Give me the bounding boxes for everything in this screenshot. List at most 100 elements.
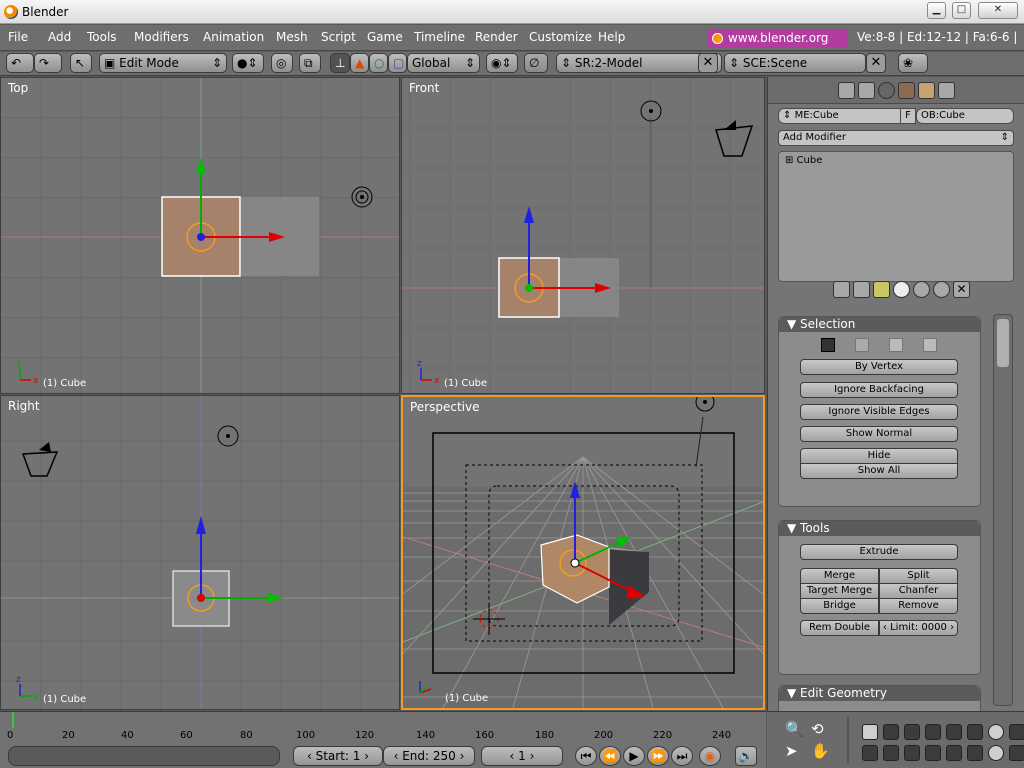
timeline[interactable]: 0 20 40 60 80 100 120 140 160 180 200 22…: [0, 711, 766, 768]
manipulator-icon[interactable]: ⊥: [330, 53, 350, 73]
menu-animation[interactable]: Animation: [203, 30, 264, 44]
settings-icon[interactable]: [967, 745, 983, 761]
pan-icon[interactable]: ➤: [785, 742, 798, 760]
rewind-icon[interactable]: ⏪: [599, 746, 621, 766]
outliner-icon[interactable]: [904, 724, 920, 740]
panel-scrollbar-thumb[interactable]: [997, 319, 1009, 367]
modifier-item[interactable]: ⊞ Cube: [785, 155, 822, 166]
chevron-down-icon[interactable]: [933, 281, 950, 298]
bridge-button[interactable]: Bridge: [800, 598, 879, 614]
jump-end-icon[interactable]: ⏭: [671, 746, 693, 766]
camera-icon[interactable]: [715, 120, 754, 157]
ignore-backfacing-button[interactable]: Ignore Backfacing: [800, 382, 958, 398]
maximize-button[interactable]: □: [952, 2, 971, 19]
menu-modifiers[interactable]: Modifiers: [134, 30, 189, 44]
close-icon[interactable]: ✕: [953, 281, 970, 298]
time-icon[interactable]: [988, 745, 1004, 761]
menu-game[interactable]: Game: [367, 30, 403, 44]
screen-delete-button[interactable]: ✕: [698, 53, 718, 73]
hand-icon[interactable]: ✋: [811, 742, 830, 760]
split-button[interactable]: Split: [879, 568, 958, 584]
file-icon[interactable]: [862, 745, 878, 761]
camera-icon[interactable]: [21, 442, 59, 477]
info-icon[interactable]: [988, 724, 1004, 740]
show-all-button[interactable]: Show All: [800, 463, 958, 479]
nla-icon[interactable]: [946, 745, 962, 761]
limit-field[interactable]: ‹ Limit: 0000 ›: [879, 620, 958, 636]
fast-forward-icon[interactable]: ⏩: [647, 746, 669, 766]
mode-select[interactable]: ▣ Edit Mode ⇕: [99, 53, 227, 73]
panel-scrollbar[interactable]: [993, 314, 1013, 706]
add-modifier-menu[interactable]: Add Modifier ⇕: [778, 130, 1014, 146]
chevron-up-icon[interactable]: [913, 281, 930, 298]
current-frame-field[interactable]: ‹ 1 ›: [481, 746, 563, 766]
undo-icon[interactable]: ↶: [6, 53, 34, 73]
camera-icon[interactable]: [833, 281, 850, 298]
cube-icon[interactable]: [862, 724, 878, 740]
rotate-view-icon[interactable]: ⟲: [811, 720, 824, 738]
cube-wire-icon[interactable]: [855, 338, 869, 352]
start-frame-field[interactable]: ‹ Start: 1 ›: [293, 746, 383, 766]
occlude-icon[interactable]: ⧉: [299, 53, 321, 73]
ignore-visible-edges-button[interactable]: Ignore Visible Edges: [800, 404, 958, 420]
proportional-edit-icon[interactable]: ◉⇕: [486, 53, 518, 73]
sequence-icon[interactable]: [946, 724, 962, 740]
play-icon[interactable]: ▶: [623, 746, 645, 766]
rotate-icon[interactable]: ○: [369, 53, 388, 73]
mesh-name-field[interactable]: ⇕ ME:Cube: [778, 108, 908, 124]
current-frame-marker[interactable]: [12, 712, 14, 728]
blender-org-link[interactable]: www.blender.org 243: [708, 29, 848, 64]
node-icon[interactable]: [1009, 745, 1024, 761]
cube-solid-icon[interactable]: [821, 338, 835, 352]
extrude-button[interactable]: Extrude: [800, 544, 958, 560]
menu-mesh[interactable]: Mesh: [276, 30, 308, 44]
record-icon[interactable]: ◉: [699, 746, 721, 766]
pivot-icon[interactable]: ◎: [271, 53, 293, 73]
scene-icon[interactable]: ❀: [898, 53, 928, 73]
zoom-icon[interactable]: 🔍: [785, 720, 804, 738]
scene-delete-button[interactable]: ✕: [866, 53, 886, 73]
sound-icon[interactable]: [904, 745, 920, 761]
editing-icon[interactable]: [918, 82, 935, 99]
hide-button[interactable]: Hide: [800, 448, 958, 464]
chanfer-button[interactable]: Chanfer: [879, 583, 958, 599]
viewport-right[interactable]: yz Right (1) Cube: [0, 395, 400, 710]
edit-geometry-header[interactable]: ▼ Edit Geometry: [779, 686, 980, 701]
sphere-icon[interactable]: [893, 281, 910, 298]
viewport-perspective[interactable]: Perspective (1) Cube: [401, 395, 765, 710]
script-icon[interactable]: [883, 745, 899, 761]
remove-button[interactable]: Remove: [879, 598, 958, 614]
fake-user-button[interactable]: F: [900, 108, 916, 124]
object-icon[interactable]: [898, 82, 915, 99]
orientation-select[interactable]: Global ⇕: [407, 53, 480, 73]
show-normal-button[interactable]: Show Normal: [800, 426, 958, 442]
by-vertex-button[interactable]: By Vertex: [800, 359, 958, 375]
translate-icon[interactable]: ▲: [350, 53, 369, 73]
menu-tools[interactable]: Tools: [87, 30, 117, 44]
scene-render-icon[interactable]: [938, 82, 955, 99]
image-icon[interactable]: [925, 724, 941, 740]
redo-icon[interactable]: ↷: [34, 53, 62, 73]
menu-file[interactable]: File: [8, 30, 28, 44]
render-icon[interactable]: [967, 724, 983, 740]
cube-face-icon[interactable]: [889, 338, 903, 352]
audio-icon[interactable]: 🔈: [735, 746, 757, 766]
menu-render[interactable]: Render: [475, 30, 518, 44]
end-frame-field[interactable]: ‹ End: 250 ›: [383, 746, 475, 766]
cube-edge-icon[interactable]: [923, 338, 937, 352]
selection-panel-header[interactable]: ▼ Selection: [779, 317, 980, 332]
merge-button[interactable]: Merge: [800, 568, 879, 584]
scene-select[interactable]: ⇕ SCE:Scene: [724, 53, 866, 73]
menu-timeline[interactable]: Timeline: [414, 30, 465, 44]
viewport-front[interactable]: xz Front (1) Cube: [401, 77, 765, 394]
draw-type-select[interactable]: ●⇕: [232, 53, 264, 73]
link-icon[interactable]: ∅: [524, 53, 548, 73]
timeline-scrollbar[interactable]: [8, 746, 280, 766]
vertex-select-icon[interactable]: [873, 281, 890, 298]
action-icon[interactable]: [925, 745, 941, 761]
menu-help[interactable]: Help: [598, 30, 625, 44]
tools-panel-header[interactable]: ▼ Tools: [779, 521, 980, 536]
target-merge-button[interactable]: Target Merge: [800, 583, 879, 599]
grid-icon[interactable]: [853, 281, 870, 298]
minimize-button[interactable]: ▁: [927, 2, 946, 19]
